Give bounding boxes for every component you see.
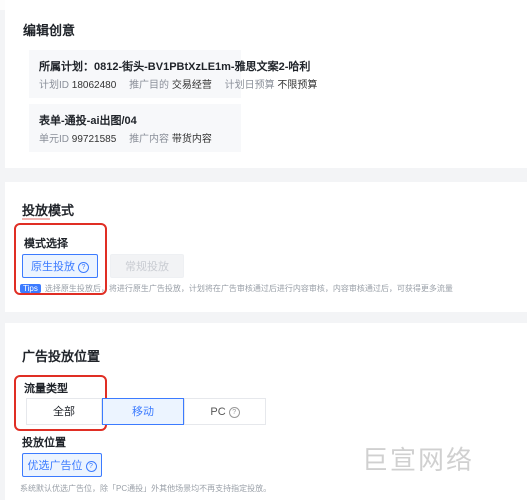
traffic-option-all[interactable]: 全部	[26, 398, 102, 425]
unit-id-key: 单元ID	[39, 134, 69, 145]
unit-title: 表单-通投-ai出图/04	[39, 115, 137, 127]
watermark-text: 巨宣网络	[362, 446, 475, 476]
mode-tip: Tips 选择原生投放后，将进行原生广告投放，计划将在广告审核通过后进行内容审核，…	[20, 283, 453, 294]
tip-text: 选择原生投放后，将进行原生广告投放，计划将在广告审核通过后进行内容审核，内容审核…	[44, 284, 453, 293]
traffic-option-mobile-label: 移动	[132, 406, 154, 418]
traffic-option-all-label: 全部	[53, 406, 75, 418]
title-underline	[22, 218, 50, 220]
plan-id-key: 计划ID	[39, 80, 69, 91]
plan-info-box: 所属计划：0812-街头-BV1PBtXzLE1m-雅思文案2-哈利 计划ID …	[29, 50, 317, 98]
traffic-option-mobile[interactable]: 移动	[102, 398, 184, 425]
unit-meta: 单元ID 99721585 推广内容 带货内容	[39, 130, 222, 145]
question-icon[interactable]: ?	[78, 261, 89, 273]
regular-delivery-label: 常规投放	[125, 261, 169, 273]
plan-purpose-key: 推广目的	[129, 80, 170, 91]
preferred-position-button[interactable]: 优选广告位?	[22, 453, 102, 477]
plan-purpose-value: 交易经营	[171, 80, 212, 91]
traffic-option-pc[interactable]: PC?	[184, 398, 266, 425]
tip-badge: Tips	[20, 284, 41, 293]
plan-budget-key: 计划日预算	[224, 80, 275, 91]
question-icon[interactable]: ?	[228, 406, 240, 418]
plan-title: 所属计划：0812-街头-BV1PBtXzLE1m-雅思文案2-哈利	[39, 61, 311, 73]
placement-footnote: 系统默认优选广告位，除「PC通投」外其他场景均不再支持指定投放。	[20, 484, 272, 493]
unit-content-key: 推广内容	[129, 134, 170, 145]
unit-info-box: 表单-通投-ai出图/04 单元ID 99721585 推广内容 带货内容	[29, 104, 241, 152]
mode-select-label: 模式选择	[24, 238, 68, 250]
edit-creative-card: 编辑创意 所属计划：0812-街头-BV1PBtXzLE1m-雅思文案2-哈利 …	[5, 0, 527, 168]
traffic-type-label: 流量类型	[24, 383, 68, 395]
section-title-delivery-mode: 投放模式	[22, 203, 75, 218]
section-title-edit: 编辑创意	[23, 23, 76, 38]
question-icon[interactable]: ?	[85, 460, 97, 472]
position-label: 投放位置	[22, 437, 66, 449]
preferred-position-label: 优选广告位	[27, 460, 83, 472]
regular-delivery-button[interactable]: 常规投放	[110, 254, 184, 278]
traffic-option-pc-label: PC	[210, 406, 226, 418]
native-delivery-button[interactable]: 原生投放?	[22, 254, 98, 278]
plan-budget-value: 不限预算	[277, 80, 318, 91]
section-title-placement: 广告投放位置	[22, 349, 101, 364]
watermark-logo: 巨宣网络	[362, 440, 474, 477]
plan-id-value: 18062480	[71, 80, 117, 91]
plan-meta: 计划ID 18062480 推广目的 交易经营 计划日预算 不限预算	[39, 76, 327, 91]
unit-id-value: 99721585	[71, 134, 117, 145]
native-delivery-label: 原生投放	[31, 261, 75, 273]
unit-content-value: 带货内容	[171, 134, 212, 145]
